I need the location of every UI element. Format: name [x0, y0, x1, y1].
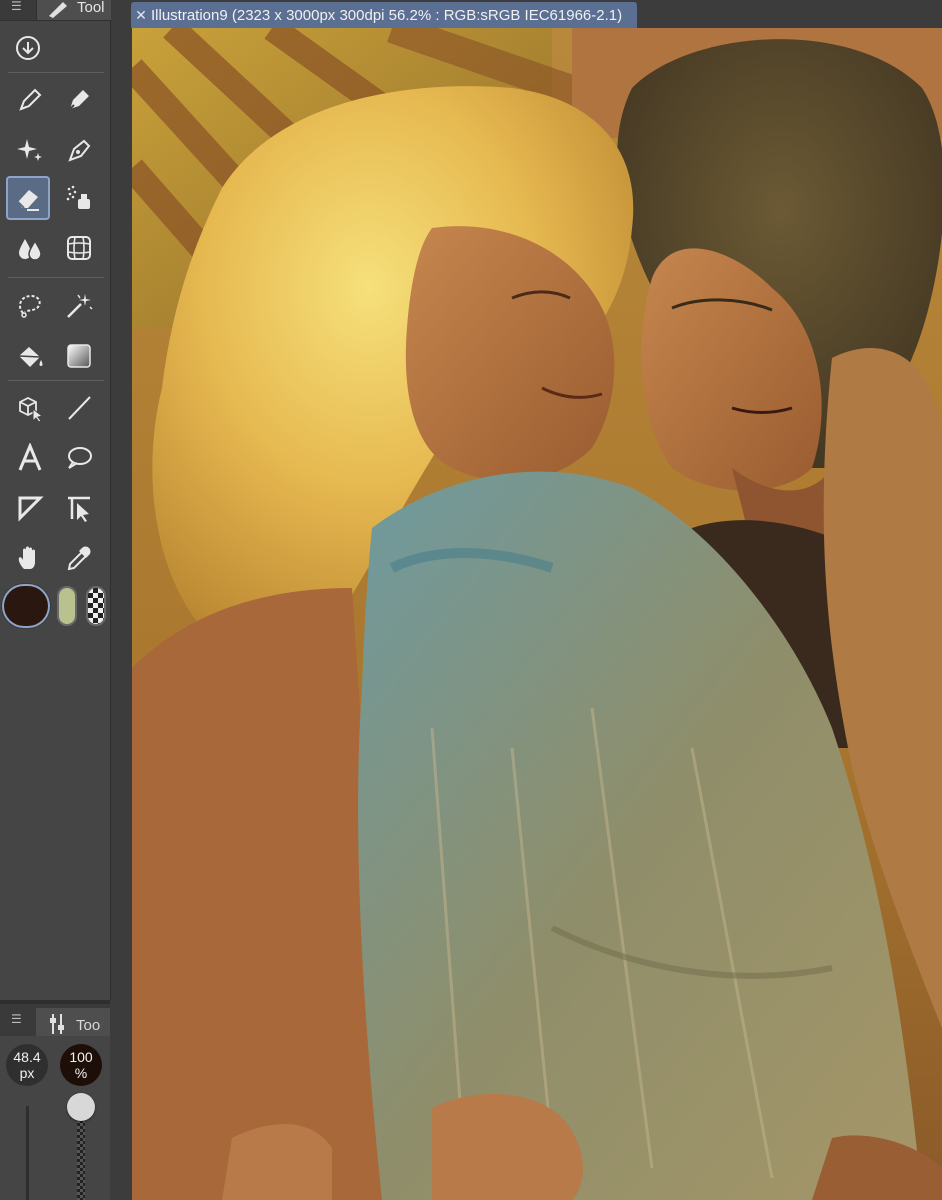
opacity-value: 100 [69, 1049, 93, 1065]
tool-palette-tab[interactable]: Tool [36, 0, 111, 20]
object-tool-button[interactable] [8, 386, 52, 430]
tool-separator [8, 380, 104, 381]
figure-tool-button[interactable] [57, 386, 101, 430]
opacity-slider-track[interactable] [77, 1120, 85, 1200]
gradient-icon [67, 344, 91, 368]
tool-palette: ☰ Tool [0, 0, 111, 1000]
auto-select-tool-button[interactable] [57, 284, 101, 328]
document-tab-label: Illustration9 (2323 x 3000px 300dpi 56.2… [151, 7, 623, 24]
palette-menu-icon[interactable]: ☰ [11, 0, 23, 12]
tool-property-panel: ☰ Too 48.4 px 100 % [0, 1000, 110, 1200]
sparkle-icon [17, 139, 42, 161]
airbrush-tool-button[interactable] [57, 176, 101, 220]
main-color-swatch[interactable] [4, 586, 48, 626]
fill-icon [18, 347, 43, 367]
text-tool-button[interactable] [8, 436, 52, 480]
tool-pen-icon [49, 2, 67, 18]
canvas-area: ✕ Illustration9 (2323 x 3000px 300dpi 56.… [111, 0, 942, 1200]
eraser-tool-button[interactable] [6, 176, 50, 220]
transparent-color-swatch[interactable] [86, 586, 106, 626]
tool-property-title: Too [76, 1017, 101, 1034]
object-icon [19, 396, 44, 423]
magic-wand-icon [67, 294, 93, 318]
hand-tool-button[interactable] [8, 536, 52, 580]
text-icon [18, 443, 42, 471]
brush-size-unit: px [19, 1065, 35, 1081]
tool-property-tab[interactable]: Too [36, 1008, 110, 1036]
download-tool-button[interactable] [6, 26, 50, 70]
fountain-pen-icon [68, 139, 91, 162]
tool-property-header: ☰ Too [0, 1004, 110, 1036]
brush-tool-button[interactable] [57, 128, 101, 172]
decoration-tool-button[interactable] [8, 128, 52, 172]
fill-tool-button[interactable] [8, 334, 52, 378]
airbrush-icon [66, 185, 90, 209]
eraser-icon [17, 190, 39, 211]
lasso-icon [18, 294, 41, 318]
document-tab[interactable]: ✕ Illustration9 (2323 x 3000px 300dpi 56.… [131, 2, 637, 28]
frame-icon [18, 496, 44, 522]
blend-tool-button[interactable] [8, 226, 52, 270]
lasso-tool-button[interactable] [8, 284, 52, 328]
sliders-icon [50, 1014, 64, 1034]
opacity-slider-knob[interactable] [67, 1093, 95, 1121]
ruler-tool-button[interactable] [57, 486, 101, 530]
balloon-tool-button[interactable] [57, 436, 101, 480]
opacity-indicator[interactable]: 100 % [60, 1044, 102, 1086]
illustration-image [132, 28, 942, 1200]
gradient-tool-button[interactable] [57, 334, 101, 378]
tool-palette-header: ☰ Tool [0, 0, 111, 21]
tool-palette-title: Tool [77, 0, 105, 16]
pen-tool-button[interactable] [8, 78, 52, 122]
close-icon[interactable]: ✕ [131, 2, 151, 28]
brush-size-slider[interactable] [26, 1106, 29, 1200]
opacity-unit: % [74, 1065, 88, 1081]
mesh-icon [67, 236, 91, 260]
tool-separator [8, 72, 104, 73]
line-icon [68, 396, 91, 420]
eyedropper-icon [67, 546, 91, 571]
pencil-icon [69, 90, 89, 110]
property-menu-icon[interactable]: ☰ [11, 1012, 22, 1026]
canvas-artwork[interactable] [132, 28, 942, 1200]
hand-icon [18, 546, 35, 569]
brush-size-value: 48.4 [13, 1049, 41, 1065]
app-window: ☰ Tool ☰ Too 48.4 px 100 % ✕ Illustratio… [0, 0, 942, 1200]
navigate-download-icon [16, 36, 40, 60]
pen-icon [19, 88, 42, 111]
eyedropper-tool-button[interactable] [57, 536, 101, 580]
brush-size-indicator[interactable]: 48.4 px [6, 1044, 48, 1086]
balloon-icon [68, 447, 92, 469]
mesh-tool-button[interactable] [57, 226, 101, 270]
pencil-tool-button[interactable] [57, 78, 101, 122]
blend-icon [19, 239, 42, 261]
ruler-icon [68, 496, 90, 522]
sub-color-swatch[interactable] [57, 586, 77, 626]
tool-separator [8, 277, 104, 278]
frame-tool-button[interactable] [8, 486, 52, 530]
